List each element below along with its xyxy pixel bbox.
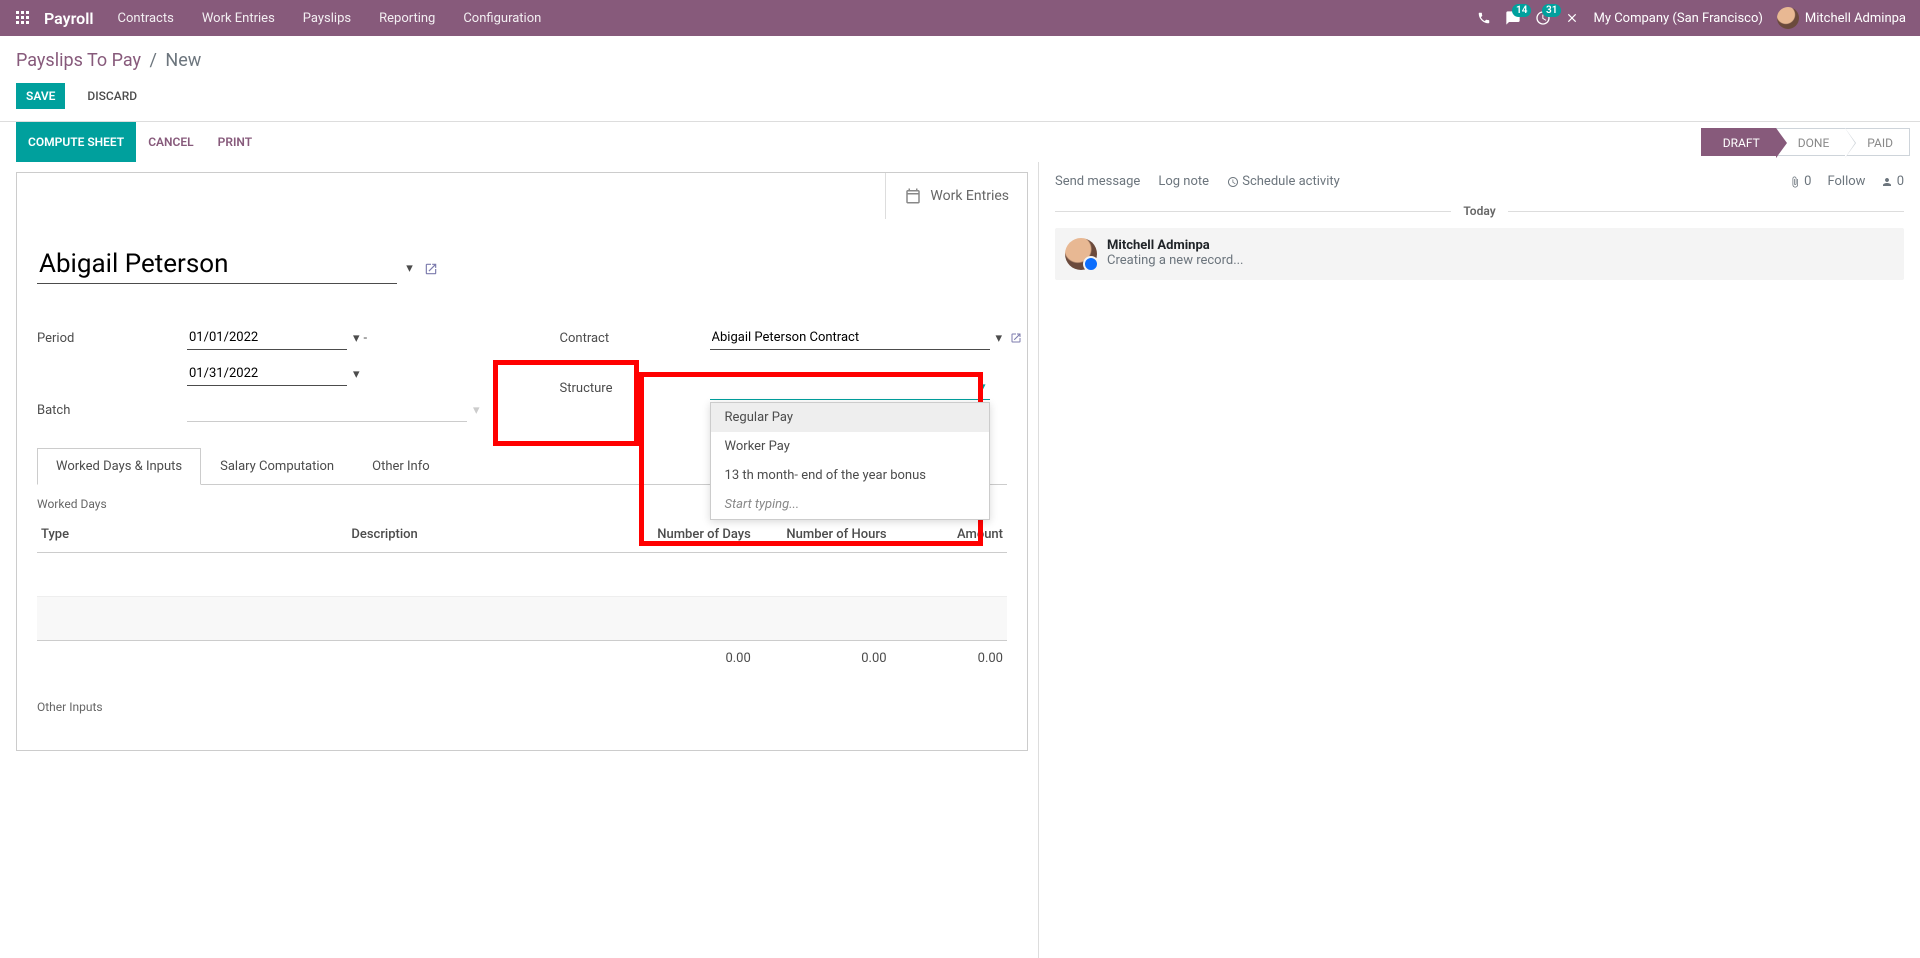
avatar	[1065, 238, 1097, 270]
col-type: Type	[37, 517, 347, 553]
total-hours: 0.00	[755, 641, 891, 677]
tab-salary-computation[interactable]: Salary Computation	[201, 448, 353, 485]
batch-label: Batch	[37, 403, 187, 418]
chevron-down-icon[interactable]: ▾	[353, 331, 360, 346]
work-entries-label: Work Entries	[930, 188, 1009, 204]
dropdown-hint: Start typing...	[711, 490, 989, 519]
breadcrumb: Payslips To Pay / New	[0, 36, 1920, 77]
period-label: Period	[37, 331, 187, 346]
chevron-down-icon[interactable]: ▾	[979, 380, 986, 395]
chevron-down-icon[interactable]: ▾	[473, 403, 480, 418]
main-menu: Contracts Work Entries Payslips Reportin…	[106, 3, 554, 34]
today-separator: Today	[1451, 204, 1507, 218]
contract-label: Contract	[560, 331, 710, 346]
follow-button[interactable]: Follow	[1827, 174, 1865, 189]
send-message-button[interactable]: Send message	[1055, 174, 1140, 189]
structure-dropdown: Regular Pay Worker Pay 13 th month- end …	[710, 402, 990, 520]
external-link-icon[interactable]	[1010, 331, 1022, 346]
chevron-down-icon[interactable]: ▾	[996, 331, 1003, 346]
breadcrumb-current: New	[165, 50, 201, 71]
employee-field[interactable]	[37, 245, 397, 284]
attachments-button[interactable]: 0	[1789, 174, 1812, 189]
log-note-button[interactable]: Log note	[1158, 174, 1209, 189]
col-num-hours: Number of Hours	[755, 517, 891, 553]
chevron-down-icon[interactable]: ▾	[353, 367, 360, 382]
avatar	[1777, 7, 1799, 29]
message-body: Creating a new record...	[1107, 253, 1244, 268]
activities-badge: 31	[1542, 4, 1561, 17]
company-switcher[interactable]: My Company (San Francisco)	[1593, 11, 1762, 26]
chatter: Send message Log note Schedule activity …	[1038, 162, 1920, 958]
external-link-icon[interactable]	[424, 261, 438, 276]
user-menu[interactable]: Mitchell Adminpa	[1777, 7, 1906, 29]
contract-field[interactable]	[710, 326, 990, 350]
compute-sheet-button[interactable]: COMPUTE SHEET	[16, 122, 136, 162]
form-sheet: Work Entries ▾ Period ▾ -	[16, 172, 1028, 751]
app-brand[interactable]: Payroll	[44, 9, 94, 28]
status-bar: DRAFT DONE PAID	[1701, 122, 1920, 162]
total-days: 0.00	[619, 641, 755, 677]
cancel-button[interactable]: CANCEL	[136, 122, 205, 162]
breadcrumb-root[interactable]: Payslips To Pay	[16, 50, 141, 71]
dropdown-item-13th-month[interactable]: 13 th month- end of the year bonus	[711, 461, 989, 490]
dropdown-item-worker-pay[interactable]: Worker Pay	[711, 432, 989, 461]
messages-badge: 14	[1512, 4, 1531, 17]
calendar-icon	[904, 187, 922, 205]
menu-configuration[interactable]: Configuration	[451, 3, 553, 34]
activities-icon[interactable]: 31	[1535, 10, 1551, 26]
save-button[interactable]: SAVE	[16, 83, 65, 109]
batch-field[interactable]	[187, 398, 467, 422]
phone-icon[interactable]	[1477, 11, 1491, 26]
col-amount: Amount	[891, 517, 1007, 553]
status-draft[interactable]: DRAFT	[1701, 128, 1776, 156]
col-description: Description	[347, 517, 619, 553]
total-amount: 0.00	[891, 641, 1007, 677]
debug-icon[interactable]	[1565, 11, 1579, 26]
other-inputs-title: Other Inputs	[37, 700, 1007, 714]
schedule-activity-button[interactable]: Schedule activity	[1227, 174, 1340, 189]
period-from[interactable]	[187, 326, 347, 350]
message-author: Mitchell Adminpa	[1107, 238, 1210, 253]
structure-label: Structure	[560, 381, 710, 396]
chatter-message: Mitchell Adminpa Creating a new record..…	[1055, 228, 1904, 280]
worked-days-table: Type Description Number of Days Number o…	[37, 517, 1007, 676]
form-toolbar: COMPUTE SHEET CANCEL PRINT DRAFT DONE PA…	[0, 121, 1920, 162]
menu-reporting[interactable]: Reporting	[367, 3, 447, 34]
col-num-days: Number of Days	[619, 517, 755, 553]
print-button[interactable]: PRINT	[206, 122, 264, 162]
work-entries-button[interactable]: Work Entries	[885, 173, 1027, 219]
discard-button[interactable]: DISCARD	[77, 83, 147, 109]
form-actions: SAVE DISCARD	[0, 77, 1920, 121]
tab-worked-days[interactable]: Worked Days & Inputs	[37, 448, 201, 485]
form-scroll[interactable]: Work Entries ▾ Period ▾ -	[0, 162, 1038, 958]
user-name-label: Mitchell Adminpa	[1805, 11, 1906, 26]
menu-contracts[interactable]: Contracts	[106, 3, 186, 34]
structure-field[interactable]	[710, 376, 990, 400]
topbar: Payroll Contracts Work Entries Payslips …	[0, 0, 1920, 36]
dropdown-item-regular-pay[interactable]: Regular Pay	[711, 403, 989, 432]
chevron-down-icon[interactable]: ▾	[406, 261, 413, 276]
tab-other-info[interactable]: Other Info	[353, 448, 449, 485]
menu-work-entries[interactable]: Work Entries	[190, 3, 287, 34]
messages-icon[interactable]: 14	[1505, 10, 1521, 26]
menu-payslips[interactable]: Payslips	[291, 3, 363, 34]
apps-icon[interactable]	[8, 7, 38, 30]
followers-button[interactable]: 0	[1881, 174, 1904, 189]
period-to[interactable]	[187, 362, 347, 386]
